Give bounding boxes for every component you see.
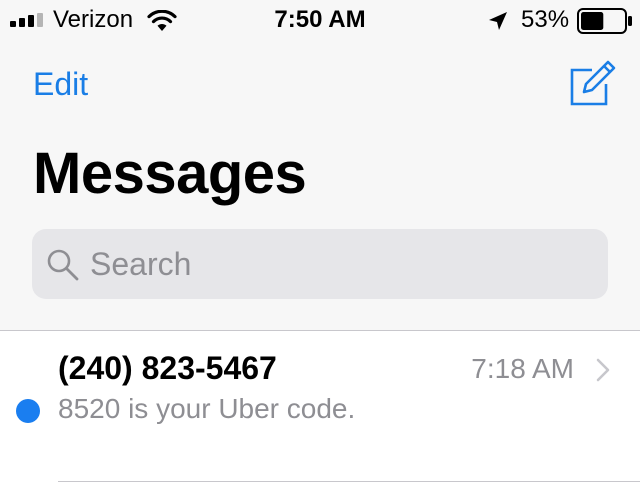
- battery-icon: [577, 8, 632, 34]
- message-time: 7:18 AM: [471, 353, 574, 384]
- chevron-right-icon: [596, 358, 610, 382]
- page-title: Messages: [33, 141, 307, 206]
- contact-name: (240) 823-5467: [58, 350, 277, 386]
- search-bar[interactable]: [32, 229, 608, 299]
- battery-percentage: 53%: [521, 6, 570, 33]
- row-divider: [58, 481, 640, 482]
- conversation-row[interactable]: (240) 823-5467 7:18 AM 8520 is your Uber…: [0, 331, 640, 481]
- conversation-list: (240) 823-5467 7:18 AM 8520 is your Uber…: [0, 330, 640, 498]
- message-preview: 8520 is your Uber code.: [58, 393, 356, 424]
- search-input[interactable]: [90, 241, 590, 287]
- edit-button[interactable]: Edit: [33, 66, 88, 102]
- location-arrow-icon: [489, 12, 507, 30]
- compose-button[interactable]: [568, 58, 618, 108]
- status-bar: Verizon 7:50 AM 53%: [0, 0, 640, 40]
- unread-indicator: [16, 399, 40, 423]
- battery-level-fill: [581, 12, 604, 30]
- compose-icon: [570, 60, 616, 106]
- search-icon: [47, 249, 79, 281]
